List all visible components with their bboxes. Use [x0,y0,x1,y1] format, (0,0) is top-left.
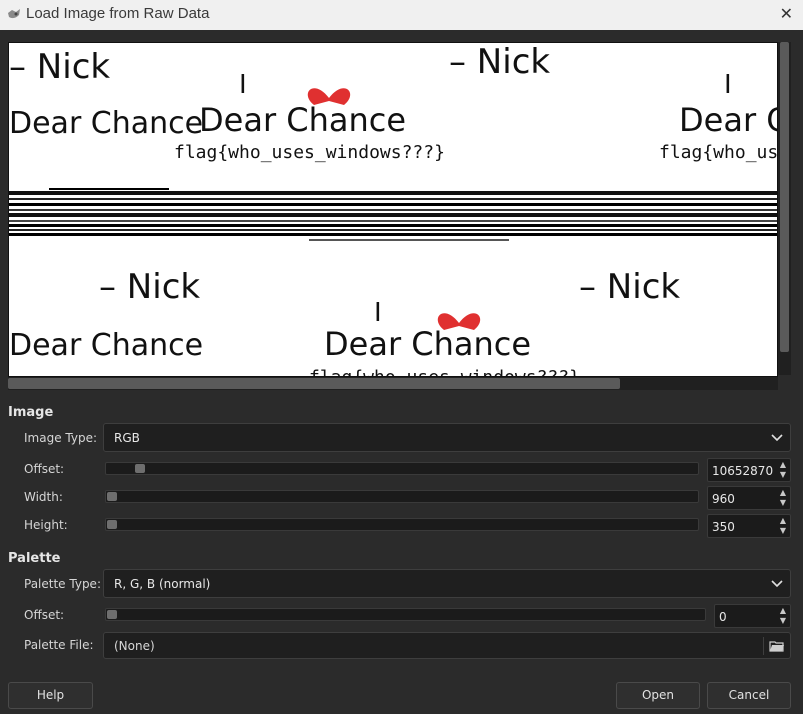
chevron-down-icon [771,580,783,588]
preview-text-name: – Nick [9,47,110,87]
palette-offset-slider-knob[interactable] [107,610,117,619]
offset-slider-knob[interactable] [135,464,145,473]
image-type-value: RGB [114,431,140,445]
height-slider-knob[interactable] [107,520,117,529]
preview-text-pronoun-3: I [374,298,382,328]
preview-horizontal-scrollbar[interactable] [8,377,778,390]
image-type-combo[interactable]: RGB [103,423,791,452]
height-value: 350 [712,520,735,534]
palette-offset-slider[interactable] [105,608,706,621]
file-chooser-separator [763,637,764,655]
help-button[interactable]: Help [8,682,93,709]
open-button[interactable]: Open [616,682,700,709]
width-spin-arrows[interactable]: ▲ ▼ [778,488,788,508]
preview-text-name-2: – Nick [449,43,550,82]
offset-value: 10652870 [712,464,774,478]
width-value: 960 [712,492,735,506]
offset-spinbox[interactable]: 10652870 ▲ ▼ [707,458,791,482]
palette-section-title: Palette [8,551,61,566]
preview-text-greeting-left: Dear Chance [9,106,203,141]
palette-offset-spin-arrows[interactable]: ▲ ▼ [778,606,788,626]
preview-canvas: – Nick – Nick I I Dear Chance Dear Chanc… [9,43,777,376]
preview-text-greeting-4: Dear Chance [324,325,531,363]
height-spinbox[interactable]: 350 ▲ ▼ [707,514,791,538]
chevron-down-icon [771,434,783,442]
preview-text-greeting: Dear Chance [199,101,406,139]
close-icon[interactable]: ✕ [780,4,793,23]
image-section-title: Image [8,405,54,420]
image-type-label: Image Type: [24,431,98,445]
height-spin-arrows[interactable]: ▲ ▼ [778,516,788,536]
height-slider[interactable] [105,518,699,531]
width-slider[interactable] [105,490,699,503]
palette-offset-value: 0 [719,610,727,624]
width-label: Width: [24,490,63,504]
preview-text-pronoun: I [239,70,247,100]
preview-text-flag-2: flag{who_uses_windows???} [659,142,777,163]
folder-open-icon[interactable] [769,638,785,654]
palette-file-label: Palette File: [24,638,94,652]
preview-text-greeting-3: Dear Chance [9,328,203,363]
palette-type-label: Palette Type: [24,577,101,591]
width-spinbox[interactable]: 960 ▲ ▼ [707,486,791,510]
palette-file-value: (None) [114,639,155,653]
title-bar: Load Image from Raw Data ✕ [0,0,803,30]
palette-type-combo[interactable]: R, G, B (normal) [103,569,791,598]
height-label: Height: [24,518,68,532]
palette-type-value: R, G, B (normal) [114,577,211,591]
width-slider-knob[interactable] [107,492,117,501]
offset-slider[interactable] [105,462,699,475]
preview-text-greeting-2: Dear Chance [679,101,777,139]
palette-file-chooser[interactable]: (None) [103,632,791,659]
preview-text-flag: flag{who_uses_windows???} [174,142,445,163]
palette-offset-label: Offset: [24,608,65,622]
preview-text-pronoun-2: I [724,70,732,100]
preview-vertical-scrollbar[interactable] [778,42,791,375]
hscroll-thumb[interactable] [8,378,620,389]
preview-text-name-3: – Nick [99,267,200,307]
offset-spin-arrows[interactable]: ▲ ▼ [778,460,788,480]
raw-image-preview: – Nick – Nick I I Dear Chance Dear Chanc… [8,42,778,377]
gimp-icon [8,9,20,19]
vscroll-thumb[interactable] [780,42,789,352]
palette-offset-spinbox[interactable]: 0 ▲ ▼ [714,604,791,628]
preview-text-flag-3: flag{who_uses_windows???} [309,367,580,376]
cancel-button[interactable]: Cancel [707,682,791,709]
preview-text-name-4: – Nick [579,267,680,307]
offset-label: Offset: [24,462,65,476]
window-title: Load Image from Raw Data [26,5,210,22]
